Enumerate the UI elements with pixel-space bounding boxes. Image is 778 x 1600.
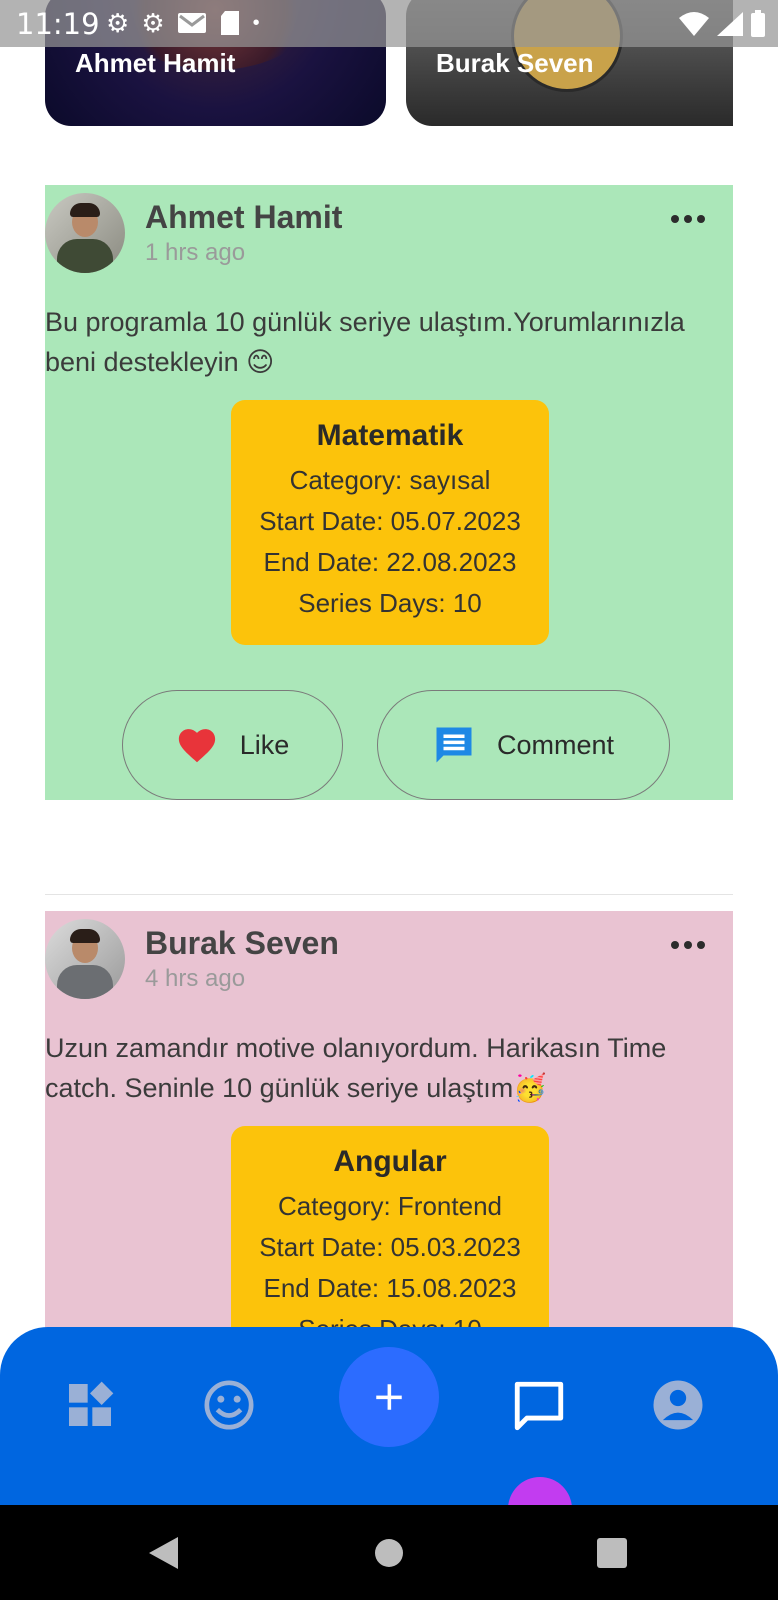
challenge-start-date: Start Date: 05.03.2023 [259,1232,521,1262]
challenge-card: Matematik Category: sayısal Start Date: … [231,400,549,645]
chat-icon[interactable] [510,1377,566,1433]
settings-icon: ⚙ [106,8,130,38]
post-text: Uzun zamandır motive olanıyordum. Harika… [45,1033,667,1103]
challenge-category: Category: sayısal [289,465,491,495]
challenge-category: Category: Frontend [277,1191,502,1221]
heart-icon [178,729,215,763]
challenge-title: Angular [333,1145,447,1178]
comment-icon [436,727,472,763]
status-time: 11:19 [16,7,100,41]
system-status-icons [678,10,766,38]
post-author[interactable]: Burak Seven [145,925,339,962]
profile-icon[interactable] [650,1377,706,1433]
story-name: Ahmet Hamit [75,48,236,78]
challenge-start-date: Start Date: 05.07.2023 [259,506,521,536]
recents-icon[interactable] [597,1538,627,1568]
battery-icon [751,10,765,37]
post-text: Bu programla 10 günlük seriye ulaştım.Yo… [45,307,685,377]
home-icon[interactable] [374,1538,404,1568]
comment-button[interactable]: Comment [377,690,670,800]
like-label: Like [239,729,290,760]
challenge-title: Matematik [316,419,464,452]
add-icon [376,1384,402,1410]
back-icon[interactable] [146,1535,180,1571]
signal-icon [717,12,743,36]
notification-icons: ⚙ ⚙ • [106,9,260,37]
post-card: Ahmet Hamit 1 hrs ago Bu programla 10 gü… [45,185,733,800]
dot-icon: • [252,12,260,34]
add-button[interactable] [339,1347,439,1447]
post-time: 1 hrs ago [145,239,246,266]
emoji-icon[interactable] [201,1377,257,1433]
more-options-icon[interactable] [671,941,705,949]
sd-card-icon [220,11,239,35]
wifi-icon [679,12,709,36]
challenge-end-date: End Date: 15.08.2023 [263,1273,517,1303]
gmail-icon [177,13,206,33]
status-bar: 11:19 ⚙ ⚙ • [0,0,778,47]
post-author[interactable]: Ahmet Hamit [145,199,342,236]
avatar[interactable] [45,193,125,273]
comment-label: Comment [496,729,615,760]
challenge-end-date: End Date: 22.08.2023 [263,547,517,577]
settings-icon: ⚙ [141,8,165,38]
challenge-series-days: Series Days: 10 [298,588,482,618]
like-button[interactable]: Like [122,690,343,800]
active-indicator [508,1477,572,1505]
post-time: 4 hrs ago [145,965,246,992]
avatar[interactable] [45,919,125,999]
dashboard-icon[interactable] [62,1377,118,1433]
story-name: Burak Seven [436,48,594,78]
bottom-navigation [0,1327,778,1505]
more-options-icon[interactable] [671,215,705,223]
system-navigation-bar [0,1505,778,1600]
divider [45,894,733,895]
